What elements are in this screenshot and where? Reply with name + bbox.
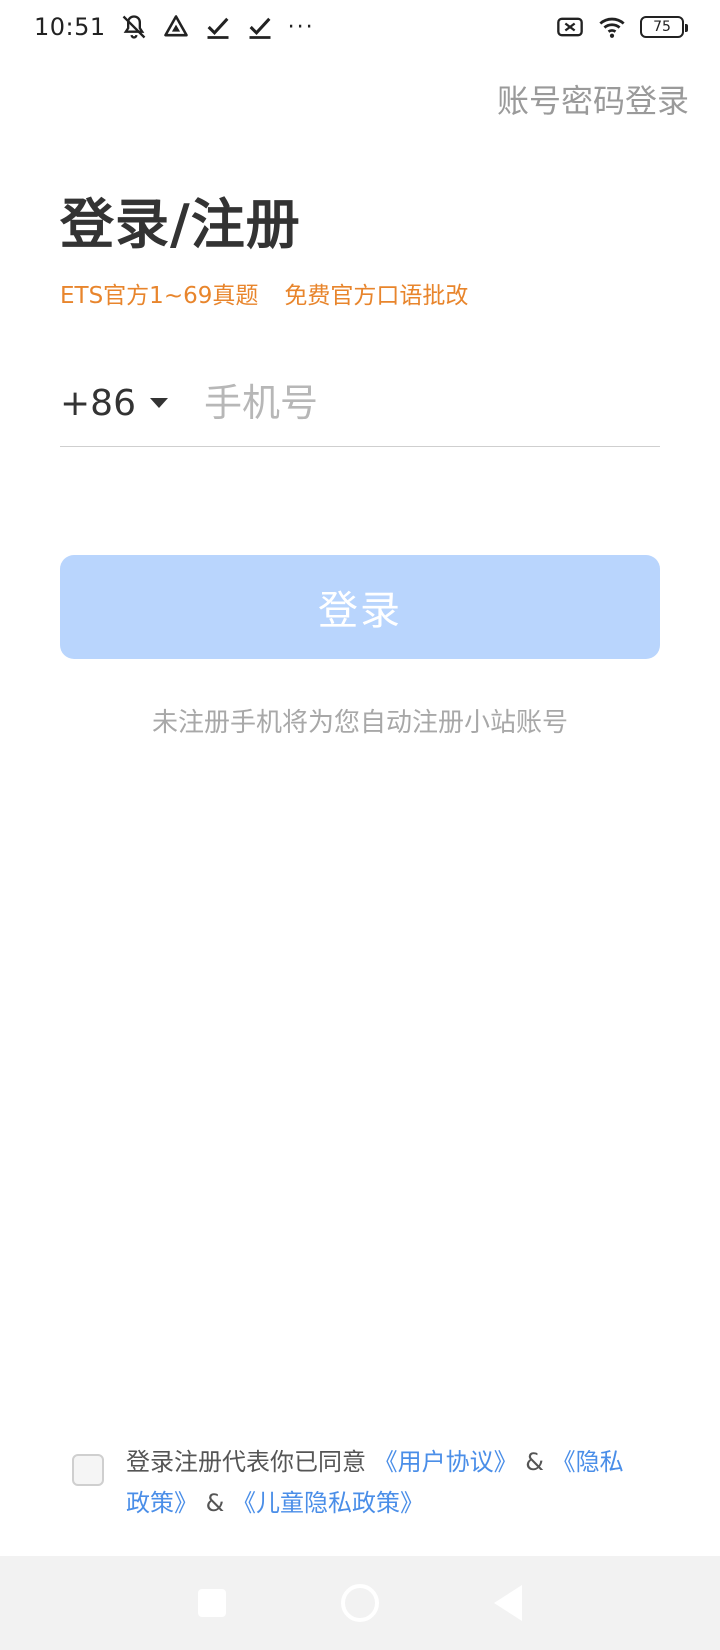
country-code-value: +86 [60,382,136,424]
wifi-icon [598,13,626,41]
agreement: 登录注册代表你已同意 《用户协议》 & 《隐私政策》 & 《儿童隐私政策》 [72,1442,672,1524]
battery-level: 75 [653,19,671,35]
agree-checkbox[interactable] [72,1454,104,1486]
login-button[interactable]: 登录 [60,555,660,659]
child-privacy-policy-link[interactable]: 《儿童隐私政策》 [232,1489,424,1517]
agreement-amp-1: & [525,1448,544,1476]
check-icon [204,13,232,41]
check-icon [246,13,274,41]
status-right: 75 [556,13,688,41]
status-time: 10:51 [34,13,106,41]
caret-down-icon [149,398,168,408]
more-dots-icon: ··· [287,14,315,40]
agreement-text: 登录注册代表你已同意 《用户协议》 & 《隐私政策》 & 《儿童隐私政策》 [126,1442,646,1524]
promo-item-ets: ETS官方1~69真题 [60,283,259,309]
auto-register-hint: 未注册手机将为您自动注册小站账号 [151,708,568,738]
agreement-amp-2: & [205,1489,225,1517]
mute-bell-icon [120,13,148,41]
agreement-prefix: 登录注册代表你已同意 [126,1448,366,1476]
recent-apps-icon[interactable] [198,1589,226,1617]
promo-item-speaking: 免费官方口语批改 [284,283,469,309]
no-sim-icon [556,13,584,41]
login-screen: 10:51 ··· 75 账号密码登录 登录/注册 ETS官方1~69真题 免费… [0,0,720,1650]
phone-input[interactable] [167,375,677,431]
home-icon[interactable] [341,1584,379,1622]
country-code-selector[interactable]: +86 [60,375,168,431]
status-bar: 10:51 ··· 75 [0,0,720,54]
navigation-bar [0,1556,720,1650]
back-icon[interactable] [494,1585,522,1621]
user-agreement-link[interactable]: 《用户协议》 [374,1448,518,1476]
battery-icon: 75 [640,16,688,38]
status-left: 10:51 ··· [34,13,315,41]
account-password-login-link[interactable]: 账号密码登录 [497,76,689,122]
promo-line: ETS官方1~69真题 免费官方口语批改 [60,276,468,310]
page-title: 登录/注册 [60,193,301,256]
drive-icon [162,13,190,41]
phone-row: +86 [60,360,677,447]
